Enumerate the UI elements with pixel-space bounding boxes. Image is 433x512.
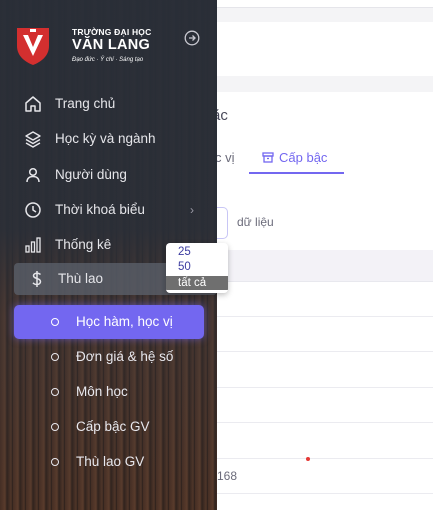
collapse-sidebar-icon[interactable] — [184, 30, 200, 46]
circle-icon — [51, 458, 59, 466]
circle-icon — [51, 423, 59, 431]
university-name-line2: VĂN LANG — [72, 37, 151, 53]
circle-icon — [51, 353, 59, 361]
home-icon — [25, 96, 41, 112]
circle-icon — [51, 388, 59, 396]
sidebar-item-label: Trang chủ — [55, 96, 116, 111]
tab-cap-bac-label: Cấp bậc — [279, 150, 328, 165]
user-icon — [26, 167, 40, 183]
submenu-item-subjects[interactable]: Môn học — [14, 375, 204, 409]
circle-icon — [51, 318, 59, 326]
clock-icon — [25, 202, 41, 218]
sidebar-item-users[interactable]: Người dùng — [0, 160, 217, 190]
archive-icon — [262, 152, 274, 163]
sidebar-item-timetable[interactable]: Thời khoá biểu › — [0, 195, 217, 225]
submenu-item-lecturer-pay[interactable]: Thù lao GV — [14, 445, 204, 479]
submenu-item-label: Cấp bậc GV — [76, 419, 150, 434]
sidebar-item-label: Thời khoá biểu — [55, 202, 145, 217]
submenu-item-academic-rank[interactable]: Học hàm, học vị — [14, 305, 204, 339]
tab-underline — [249, 172, 344, 174]
dropdown-option[interactable]: 25 — [166, 245, 228, 259]
tab-cap-bac[interactable]: Cấp bậc — [262, 150, 327, 165]
bar-chart-icon — [25, 237, 41, 253]
university-slogan: Đạo đức · Ý chí · Sáng tạo — [72, 57, 144, 63]
sidebar-item-label: Thống kê — [55, 237, 112, 252]
data-label: dữ liệu — [237, 215, 274, 229]
submenu-item-label: Môn học — [76, 384, 128, 399]
submenu-item-label: Học hàm, học vị — [76, 314, 173, 329]
dollar-icon — [32, 271, 42, 287]
sidebar-item-label: Học kỳ và ngành — [55, 131, 156, 146]
dropdown-option[interactable]: 50 — [166, 260, 228, 274]
submenu-item-label: Đơn giá & hệ số — [76, 349, 174, 364]
sidebar-item-semester[interactable]: Học kỳ và ngành — [0, 124, 217, 154]
chevron-right-icon: › — [190, 203, 194, 217]
submenu-item-unit-price[interactable]: Đơn giá & hệ số — [14, 340, 204, 374]
tab-hoc-vi[interactable]: c vị — [215, 150, 235, 165]
university-name-line1: TRƯỜNG ĐẠI HỌC — [72, 27, 152, 37]
submenu-item-lecturer-level[interactable]: Cấp bậc GV — [14, 410, 204, 444]
table-cell: 168 — [217, 469, 238, 483]
sidebar-item-label: Người dùng — [55, 167, 127, 182]
cursor-dot — [306, 457, 310, 461]
sidebar-item-label: Thù lao — [58, 271, 104, 286]
layers-icon — [25, 131, 41, 148]
university-logo-icon — [17, 28, 49, 65]
sidebar-item-home[interactable]: Trang chủ — [0, 89, 217, 119]
submenu-item-label: Thù lao GV — [76, 454, 145, 469]
dropdown-option-selected[interactable]: tất cả — [166, 276, 228, 290]
page-size-dropdown: 25 50 tất cả — [166, 243, 228, 293]
